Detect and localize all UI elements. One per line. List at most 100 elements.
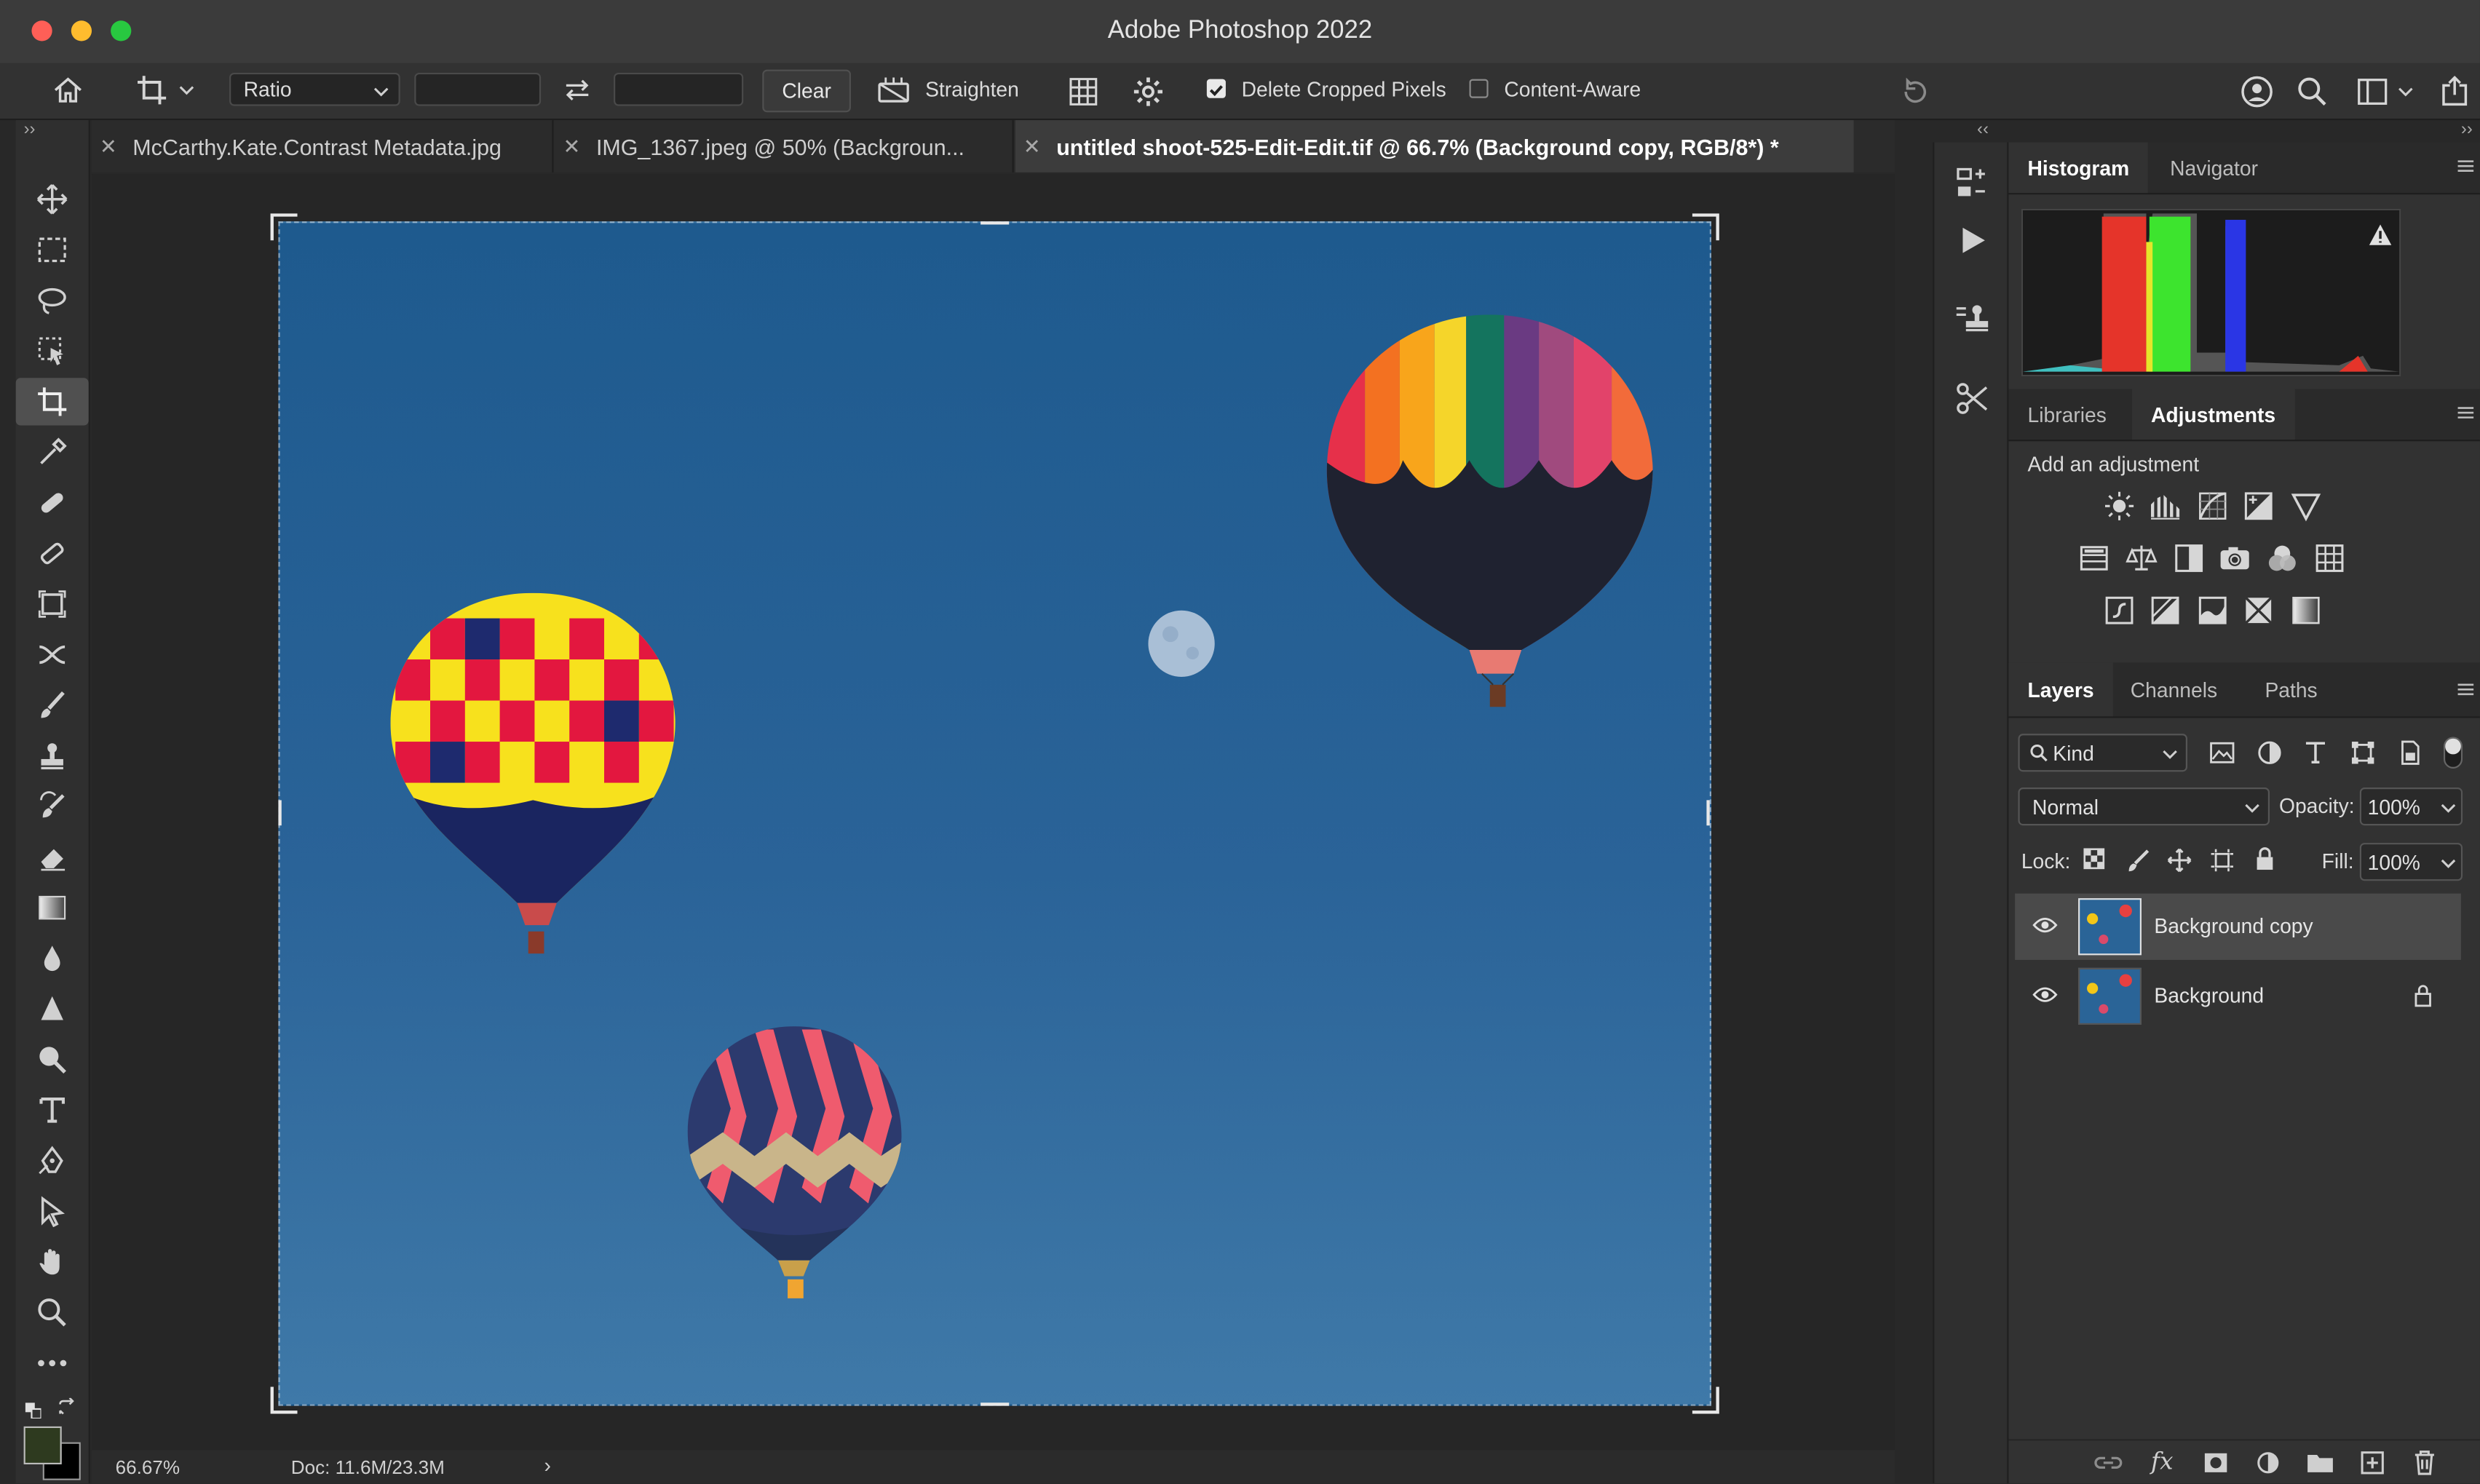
channel-mixer-icon[interactable]: [2267, 542, 2298, 574]
zoom-tool[interactable]: [16, 1289, 89, 1336]
layer-style-fx-icon[interactable]: fx: [2151, 1447, 2173, 1475]
new-adjustment-layer-icon[interactable]: [2255, 1450, 2281, 1475]
ratio-select[interactable]: Ratio: [229, 72, 400, 106]
swap-colors-icon[interactable]: [57, 1397, 76, 1416]
share-button[interactable]: [2436, 70, 2473, 114]
brush-tool[interactable]: [16, 681, 89, 729]
collapse-dock-icon[interactable]: ‹‹: [1977, 120, 1989, 139]
smart-object-filter-icon[interactable]: [2396, 739, 2425, 767]
curves-icon[interactable]: [2197, 491, 2228, 522]
swap-dimensions-button[interactable]: [558, 73, 596, 108]
collapse-toolbar-icon[interactable]: ››: [24, 120, 36, 139]
brush-tool-alt[interactable]: [16, 530, 89, 577]
chevron-down-icon[interactable]: [2441, 855, 2457, 871]
object-selection-tool[interactable]: [16, 328, 89, 375]
crop-preset-picker[interactable]: [127, 70, 202, 111]
blur-tool[interactable]: [16, 935, 89, 982]
lasso-tool[interactable]: [16, 277, 89, 324]
sharpen-tool[interactable]: [16, 985, 89, 1033]
healing-brush-tool[interactable]: [16, 479, 89, 526]
reset-crop-button[interactable]: [1895, 71, 1936, 112]
new-layer-icon[interactable]: [2360, 1450, 2385, 1475]
pixel-layer-filter-icon[interactable]: [2208, 739, 2236, 767]
close-tab-icon[interactable]: ✕: [563, 134, 581, 159]
eye-icon[interactable]: [2032, 916, 2058, 935]
threshold-icon[interactable]: [2197, 595, 2228, 626]
eye-icon[interactable]: [2032, 985, 2058, 1004]
tab-layers[interactable]: Layers: [2008, 662, 2113, 717]
posterize-icon[interactable]: [2150, 595, 2181, 626]
add-mask-icon[interactable]: [2203, 1450, 2229, 1475]
trash-icon[interactable]: [2412, 1448, 2438, 1475]
crop-tool[interactable]: [15, 378, 89, 426]
path-selection-tool[interactable]: [16, 1188, 89, 1235]
collapse-panels-icon[interactable]: ››: [2461, 120, 2473, 139]
layer-row-background[interactable]: Background: [2015, 963, 2461, 1029]
workspace-switcher[interactable]: [2350, 70, 2420, 114]
zoom-level[interactable]: 66.67%: [116, 1456, 180, 1478]
default-colors-icon[interactable]: [25, 1398, 42, 1420]
crop-settings-button[interactable]: [1129, 73, 1167, 111]
lock-transparent-pixels-icon[interactable]: [2083, 848, 2105, 870]
selective-color-icon[interactable]: [2243, 595, 2274, 626]
type-layer-filter-icon[interactable]: [2301, 739, 2329, 767]
gradient-tool[interactable]: [16, 884, 89, 932]
mixer-tool[interactable]: [16, 631, 89, 678]
gradient-map-icon[interactable]: [2290, 595, 2321, 626]
opacity-input[interactable]: 100%: [2359, 787, 2463, 826]
close-tab-icon[interactable]: ✕: [1023, 134, 1041, 159]
history-panel-button[interactable]: [1953, 164, 1991, 210]
layer-filter-kind-select[interactable]: Kind: [2018, 734, 2187, 772]
foreground-color-swatch[interactable]: [23, 1426, 62, 1465]
color-balance-icon[interactable]: [2126, 542, 2158, 574]
document-tab-2[interactable]: ✕ IMG_1367.jpeg @ 50% (Backgroun...: [555, 120, 1014, 172]
brightness-contrast-icon[interactable]: [2104, 491, 2135, 522]
move-tool[interactable]: [16, 175, 89, 223]
search-button[interactable]: [2291, 70, 2332, 114]
delete-cropped-pixels-checkbox[interactable]: [1206, 79, 1226, 98]
photo-filter-icon[interactable]: [2219, 542, 2250, 574]
content-aware-checkbox[interactable]: [1469, 79, 1489, 98]
user-account-button[interactable]: [2235, 70, 2279, 114]
layer-row-background-copy[interactable]: Background copy: [2015, 893, 2461, 960]
color-lookup-icon[interactable]: [2314, 542, 2345, 574]
lock-position-icon[interactable]: [2167, 848, 2192, 873]
type-tool[interactable]: [16, 1087, 89, 1134]
panel-menu-icon[interactable]: [2457, 681, 2474, 697]
warning-icon[interactable]: [2368, 223, 2393, 247]
tab-histogram[interactable]: Histogram: [2008, 142, 2149, 194]
tab-libraries[interactable]: Libraries: [2008, 389, 2125, 440]
eraser-tool[interactable]: [16, 833, 89, 881]
document-tab-1[interactable]: ✕ McCarthy.Kate.Contrast Metadata.jpg: [92, 120, 554, 172]
document-tab-3[interactable]: ✕ untitled shoot-525-Edit-Edit.tif @ 66.…: [1015, 120, 1854, 172]
hand-tool[interactable]: [16, 1238, 89, 1285]
blend-mode-select[interactable]: Normal: [2018, 787, 2270, 826]
properties-panel-button[interactable]: [1953, 301, 1991, 346]
close-tab-icon[interactable]: ✕: [100, 134, 117, 159]
levels-icon[interactable]: [2150, 491, 2181, 522]
overlay-options-button[interactable]: [1064, 73, 1102, 111]
tab-navigator[interactable]: Navigator: [2151, 143, 2277, 194]
vibrance-icon[interactable]: [2290, 491, 2321, 522]
hue-saturation-icon[interactable]: [2078, 542, 2109, 574]
panel-menu-icon[interactable]: [2457, 405, 2474, 421]
tab-channels[interactable]: Channels: [2112, 662, 2237, 716]
lock-image-pixels-icon[interactable]: [2126, 848, 2151, 873]
content-tool[interactable]: [16, 580, 89, 627]
invert-icon[interactable]: [2104, 595, 2135, 626]
actions-panel-button[interactable]: [1953, 221, 1991, 267]
pen-tool[interactable]: [16, 1137, 89, 1184]
tab-paths[interactable]: Paths: [2246, 662, 2336, 716]
tool-presets-button[interactable]: [1953, 379, 1991, 425]
home-button[interactable]: [47, 70, 88, 111]
chevron-down-icon[interactable]: [2441, 800, 2457, 816]
adjustment-layer-filter-icon[interactable]: [2255, 739, 2283, 767]
ratio-height-input[interactable]: [614, 72, 744, 106]
lock-all-icon[interactable]: [2254, 846, 2275, 871]
edit-toolbar-button[interactable]: [16, 1339, 89, 1386]
panel-menu-icon[interactable]: [2457, 158, 2474, 174]
layer-lock-icon[interactable]: [2414, 983, 2433, 1007]
filter-toggle-switch[interactable]: [2443, 737, 2463, 769]
shape-layer-filter-icon[interactable]: [2349, 739, 2377, 767]
status-menu-arrow-icon[interactable]: ›: [544, 1453, 550, 1477]
